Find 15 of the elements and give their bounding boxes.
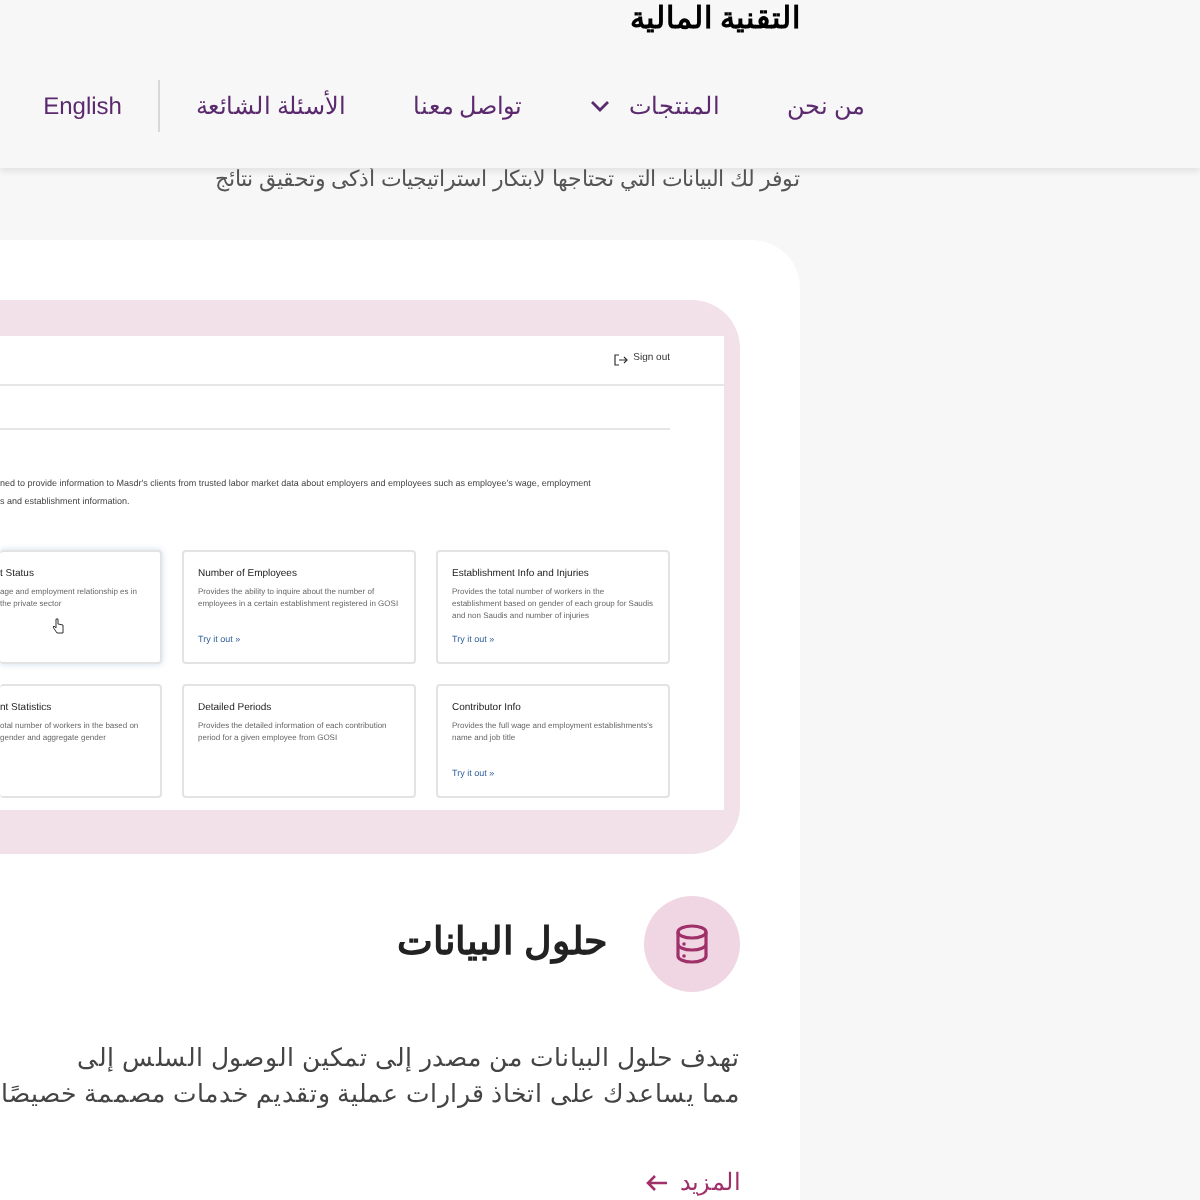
chevron-down-icon [589, 100, 610, 112]
arrow-left-icon [646, 1173, 668, 1191]
language-link[interactable]: English [43, 88, 122, 124]
sign-out-icon [613, 354, 628, 366]
nav-link[interactable]: تواصل معنا [412, 88, 522, 124]
page-heading: التقنية المالية [629, 0, 800, 40]
intro-text: توفر لك البيانات التي تحتاجها لابتكار استراتيجيات أذكى وتحقيق نتائج [214, 168, 800, 196]
section-title: حلول البيانات [397, 919, 608, 968]
nav-link[interactable]: من نحن [787, 88, 864, 124]
section-text: تهدف حلول البيانات من مصدر إلى تمكين الوصول السلس إلى مما يساعدك على اتخاذ قرارات عملية وتقديم خدمات مصممة خصيصًا [1, 1042, 740, 1112]
more-link[interactable]: المزيد [646, 1164, 740, 1200]
nav-dropdown[interactable]: المنتجات [589, 88, 720, 124]
database-icon [674, 924, 710, 964]
hand-cursor-icon [52, 618, 64, 634]
nav-link[interactable]: الأسئلة الشائعة [195, 88, 345, 124]
